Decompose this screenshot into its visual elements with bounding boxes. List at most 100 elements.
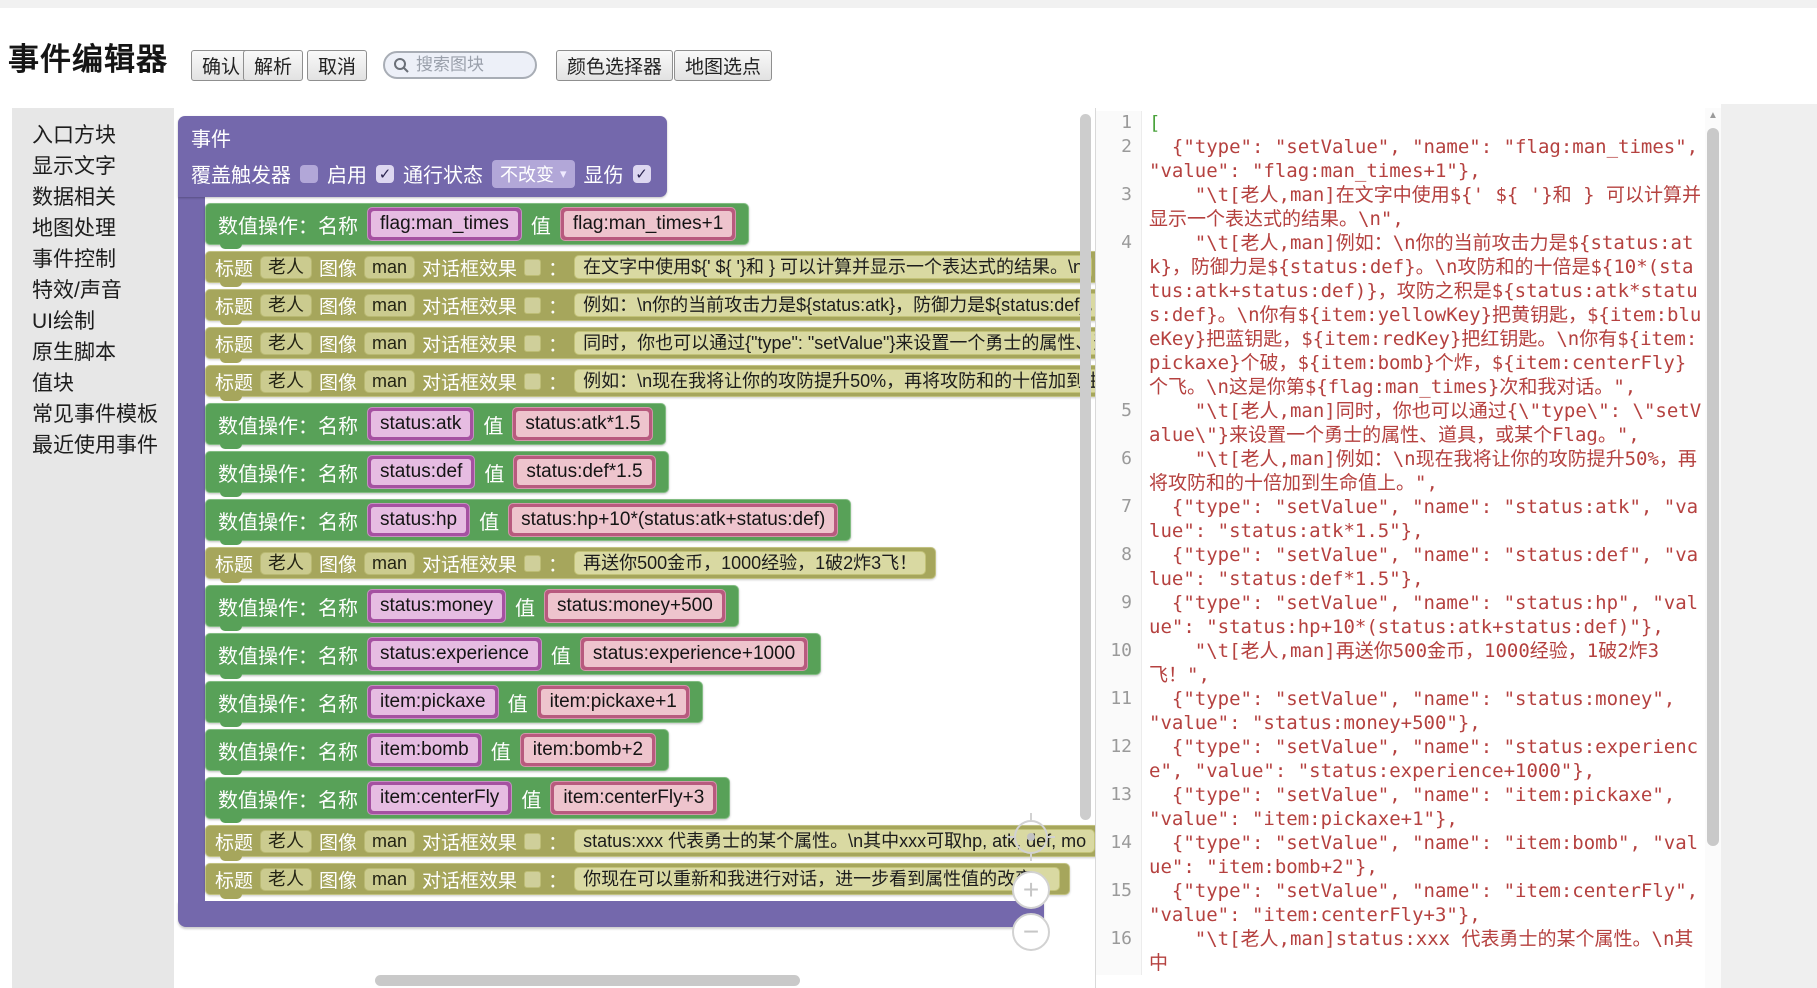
dialog-effect-checkbox[interactable] <box>524 871 541 888</box>
name-field[interactable]: status:money <box>367 589 506 623</box>
image-field[interactable]: man <box>364 552 415 575</box>
speaker-field[interactable]: 老人 <box>260 830 312 853</box>
speaker-field[interactable]: 老人 <box>260 868 312 891</box>
dialog-block[interactable]: 标题老人图像man对话框效果：在文字中使用${' ${ '}和 } 可以计算并显… <box>205 251 1095 283</box>
name-field[interactable]: item:bomb <box>367 733 482 767</box>
search-box[interactable] <box>383 51 537 79</box>
recenter-button[interactable] <box>1014 820 1048 854</box>
image-field[interactable]: man <box>364 370 415 393</box>
pass-state-dropdown[interactable]: 不改变 ▾ <box>492 160 575 188</box>
code-text[interactable]: "\t[老人,man]同时，你也可以通过{\"type\": \"setValu… <box>1149 399 1703 447</box>
value-field[interactable]: status:def*1.5 <box>513 455 655 489</box>
speaker-field[interactable]: 老人 <box>260 332 312 355</box>
sidebar-item-4[interactable]: 地图处理 <box>32 213 174 244</box>
code-scrollbar-thumb[interactable] <box>1707 128 1719 846</box>
code-text[interactable]: {"type": "setValue", "name": "flag:man_t… <box>1149 135 1703 183</box>
name-field[interactable]: status:hp <box>367 503 470 537</box>
code-text[interactable]: "\t[老人,man]再送你500金币，1000经验，1破2炸3飞！", <box>1149 639 1703 687</box>
blockly-canvas[interactable]: 事件 覆盖触发器 启用 ✓ 通行状态 不改变 ▾ 显伤 ✓ 数值操作：名称fla… <box>174 108 1095 988</box>
code-text[interactable]: {"type": "setValue", "name": "status:hp"… <box>1149 591 1703 639</box>
code-text[interactable]: "\t[老人,man]例如：\n你的当前攻击力是${status:atk}，防御… <box>1149 231 1703 399</box>
speaker-field[interactable]: 老人 <box>260 552 312 575</box>
dialog-effect-checkbox[interactable] <box>524 833 541 850</box>
code-text[interactable]: "\t[老人,man]例如：\n现在我将让你的攻防提升50%，再将攻防和的十倍加… <box>1149 447 1703 495</box>
value-field[interactable]: item:centerFly+3 <box>550 781 717 815</box>
code-text[interactable]: {"type": "setValue", "name": "status:atk… <box>1149 495 1703 543</box>
text-field[interactable]: 再送你500金币，1000经验，1破2炸3飞！ <box>574 551 926 575</box>
sidebar-item-3[interactable]: 数据相关 <box>32 182 174 213</box>
image-field[interactable]: man <box>364 830 415 853</box>
color-picker-button[interactable]: 颜色选择器 <box>556 50 673 81</box>
dialog-block[interactable]: 标题老人图像man对话框效果：例如：\n你的当前攻击力是${status:atk… <box>205 289 1095 321</box>
sidebar-item-7[interactable]: UI绘制 <box>32 306 174 337</box>
event-block-foot[interactable] <box>178 901 1044 927</box>
text-field[interactable]: 例如：\n你的当前攻击力是${status:atk}，防御力是${status:… <box>574 293 1095 317</box>
code-scrollbar[interactable]: ▲ <box>1705 108 1721 988</box>
speaker-field[interactable]: 老人 <box>260 294 312 317</box>
dialog-block[interactable]: 标题老人图像man对话框效果：你现在可以重新和我进行对话，进一步看到属性值的改变… <box>205 863 1070 895</box>
setvalue-block[interactable]: 数值操作：名称status:hp值status:hp+10*(status:at… <box>205 499 851 541</box>
setvalue-block[interactable]: 数值操作：名称item:centerFly值item:centerFly+3 <box>205 777 730 819</box>
name-field[interactable]: item:pickaxe <box>367 685 499 719</box>
zoom-out-button[interactable]: − <box>1012 913 1050 951</box>
code-text[interactable]: {"type": "setValue", "name": "status:mon… <box>1149 687 1703 735</box>
code-text[interactable]: {"type": "setValue", "name": "status:exp… <box>1149 735 1703 783</box>
code-text[interactable]: "\t[老人,man]status:xxx 代表勇士的某个属性。\n其中 <box>1149 927 1703 975</box>
cancel-button[interactable]: 取消 <box>307 50 367 81</box>
sidebar-item-9[interactable]: 值块 <box>32 368 174 399</box>
value-field[interactable]: status:money+500 <box>544 589 726 623</box>
name-field[interactable]: status:def <box>367 455 475 489</box>
speaker-field[interactable]: 老人 <box>260 370 312 393</box>
setvalue-block[interactable]: 数值操作：名称flag:man_times值flag:man_times+1 <box>205 203 749 245</box>
name-field[interactable]: status:atk <box>367 407 474 441</box>
code-text[interactable]: [ <box>1149 111 1703 135</box>
canvas-vertical-scrollbar[interactable] <box>1080 114 1091 820</box>
text-field[interactable]: 在文字中使用${' ${ '}和 } 可以计算并显示一个表达式的结果。\n <box>574 255 1092 279</box>
display-damage-checkbox[interactable]: ✓ <box>633 165 651 183</box>
name-field[interactable]: item:centerFly <box>367 781 512 815</box>
code-text[interactable]: {"type": "setValue", "name": "item:bomb"… <box>1149 831 1703 879</box>
code-text[interactable]: {"type": "setValue", "name": "item:picka… <box>1149 783 1703 831</box>
dialog-effect-checkbox[interactable] <box>524 297 541 314</box>
value-field[interactable]: status:experience+1000 <box>580 637 808 671</box>
code-text[interactable]: {"type": "setValue", "name": "item:cente… <box>1149 879 1703 927</box>
value-field[interactable]: item:bomb+2 <box>520 733 656 767</box>
sidebar-item-2[interactable]: 显示文字 <box>32 151 174 182</box>
parse-button[interactable]: 解析 <box>243 50 303 81</box>
image-field[interactable]: man <box>364 294 415 317</box>
sidebar-item-11[interactable]: 最近使用事件 <box>32 430 174 461</box>
code-text[interactable]: {"type": "setValue", "name": "status:def… <box>1149 543 1703 591</box>
value-field[interactable]: flag:man_times+1 <box>560 207 737 241</box>
dialog-block[interactable]: 标题老人图像man对话框效果：同时，你也可以通过{"type": "setVal… <box>205 327 1095 359</box>
sidebar-item-5[interactable]: 事件控制 <box>32 244 174 275</box>
dialog-effect-checkbox[interactable] <box>524 373 541 390</box>
name-field[interactable]: flag:man_times <box>367 207 522 241</box>
sidebar-item-10[interactable]: 常见事件模板 <box>32 399 174 430</box>
map-pick-button[interactable]: 地图选点 <box>674 50 772 81</box>
setvalue-block[interactable]: 数值操作：名称item:pickaxe值item:pickaxe+1 <box>205 681 703 723</box>
dialog-effect-checkbox[interactable] <box>524 259 541 276</box>
enable-checkbox[interactable]: ✓ <box>376 165 394 183</box>
value-field[interactable]: item:pickaxe+1 <box>537 685 690 719</box>
canvas-horizontal-scrollbar[interactable] <box>375 975 800 986</box>
code-text[interactable]: "\t[老人,man]在文字中使用${' ${ '}和 } 可以计算并显示一个表… <box>1149 183 1703 231</box>
sidebar-item-1[interactable]: 入口方块 <box>32 120 174 151</box>
dialog-effect-checkbox[interactable] <box>524 335 541 352</box>
image-field[interactable]: man <box>364 332 415 355</box>
setvalue-block[interactable]: 数值操作：名称item:bomb值item:bomb+2 <box>205 729 669 771</box>
sidebar-item-8[interactable]: 原生脚本 <box>32 337 174 368</box>
event-block[interactable]: 事件 覆盖触发器 启用 ✓ 通行状态 不改变 ▾ 显伤 ✓ 数值操作：名称fla… <box>178 116 1095 927</box>
text-field[interactable]: 同时，你也可以通过{"type": "setValue"}来设置一个勇士的属性、… <box>574 331 1095 355</box>
image-field[interactable]: man <box>364 256 415 279</box>
dialog-block[interactable]: 标题老人图像man对话框效果：再送你500金币，1000经验，1破2炸3飞！ <box>205 547 936 579</box>
image-field[interactable]: man <box>364 868 415 891</box>
setvalue-block[interactable]: 数值操作：名称status:money值status:money+500 <box>205 585 739 627</box>
zoom-in-button[interactable]: + <box>1012 871 1050 909</box>
dialog-block[interactable]: 标题老人图像man对话框效果：status:xxx 代表勇士的某个属性。\n其中… <box>205 825 1095 857</box>
sidebar-item-6[interactable]: 特效/声音 <box>32 275 174 306</box>
name-field[interactable]: status:experience <box>367 637 542 671</box>
value-field[interactable]: status:atk*1.5 <box>512 407 653 441</box>
dialog-block[interactable]: 标题老人图像man对话框效果：例如：\n现在我将让你的攻防提升50%，再将攻防和… <box>205 365 1095 397</box>
search-input[interactable] <box>414 54 518 76</box>
value-field[interactable]: status:hp+10*(status:atk+status:def) <box>508 503 838 537</box>
